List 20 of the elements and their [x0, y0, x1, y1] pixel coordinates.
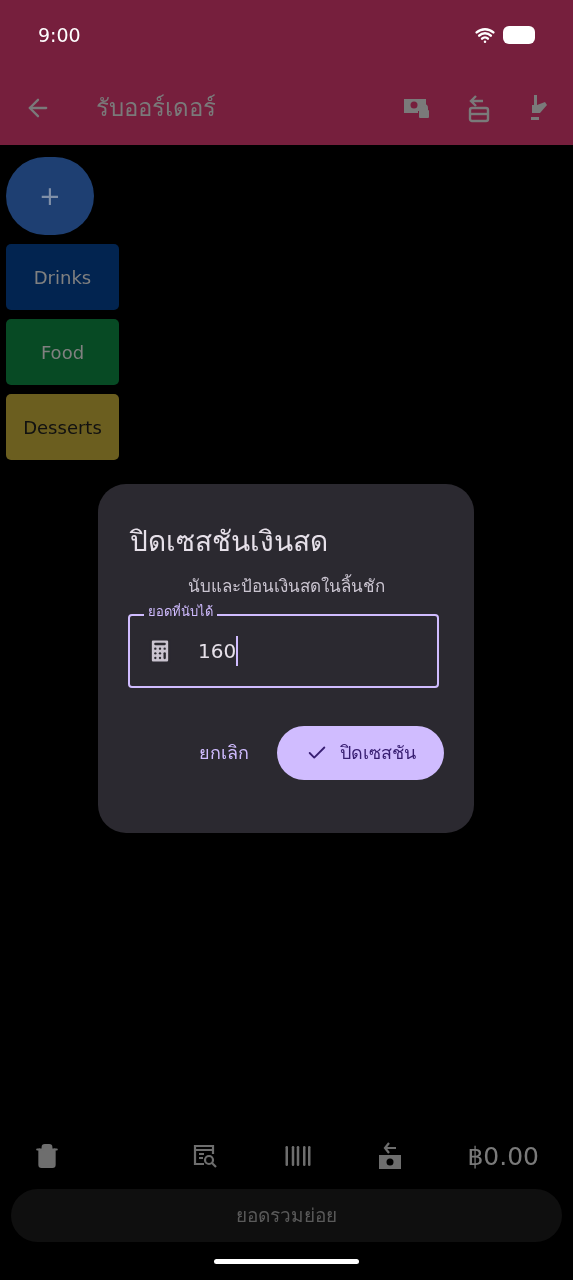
close-session-button[interactable]: ปิดเซสชัน [277, 725, 444, 780]
card-return-icon[interactable] [467, 92, 491, 123]
trash-icon[interactable] [34, 1143, 60, 1170]
cancel-button[interactable]: ยกเลิก [199, 739, 249, 766]
total-amount: ฿0.00 [467, 1140, 539, 1173]
wifi-icon [475, 25, 495, 45]
field-value: 160 [198, 635, 239, 666]
subtotal-button[interactable]: ยอดรวมย่อย [11, 1189, 562, 1242]
battery-icon [503, 26, 535, 44]
category-tile[interactable]: Drinks [6, 244, 119, 310]
dialog-message: นับและป้อนเงินสดในลิ้นชัก [186, 574, 386, 598]
document-search-icon[interactable] [192, 1143, 219, 1170]
home-indicator[interactable] [214, 1258, 359, 1264]
category-tile[interactable]: Food [6, 319, 119, 385]
dialog-title: ปิดเซสชันเงินสด [130, 524, 329, 560]
clock-time: 9:00 [38, 22, 81, 48]
cash-return-icon[interactable] [377, 1141, 404, 1172]
category-tile[interactable]: Desserts [6, 394, 119, 460]
screen-title: รับออร์เดอร์ [96, 92, 217, 124]
add-button[interactable]: + [6, 157, 94, 235]
